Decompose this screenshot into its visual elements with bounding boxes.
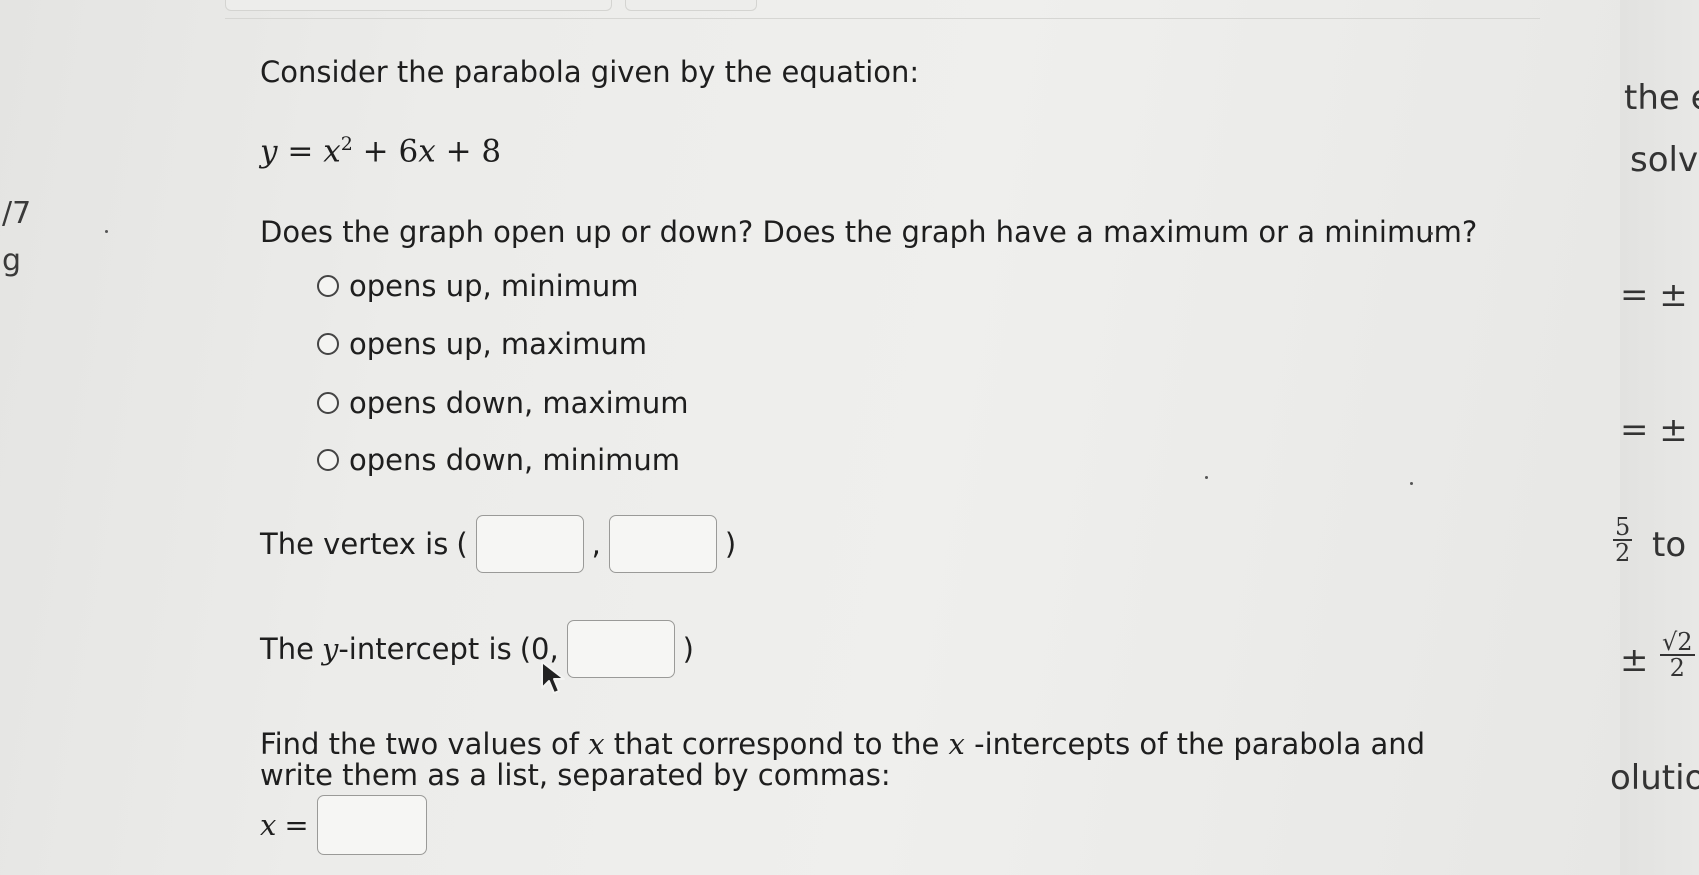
y-intercept-close-paren: ) bbox=[682, 632, 694, 666]
stray-mark bbox=[1205, 476, 1208, 479]
radio-button[interactable] bbox=[317, 333, 339, 355]
option-label: opens down, maximum bbox=[349, 386, 689, 420]
equation-y: y bbox=[260, 133, 278, 170]
top-tab-edge bbox=[225, 0, 612, 11]
x-variable: x bbox=[260, 808, 277, 842]
page-background: /7 g the e solv = ± = ± 52 to l ± √22 ol… bbox=[0, 0, 1699, 875]
equation: y = x2 + 6x + 8 bbox=[260, 133, 501, 169]
vertex-open-paren: ( bbox=[456, 527, 468, 561]
mouse-cursor-icon bbox=[541, 661, 565, 694]
equation-constant: + 8 bbox=[445, 133, 502, 170]
option-opens-up-minimum[interactable]: opens up, minimum bbox=[317, 269, 639, 303]
right-fragment-sqrt-fraction: √2 2 bbox=[1660, 630, 1695, 680]
x-intercepts-answer-row: x = bbox=[260, 795, 427, 855]
y-intercept-label: -intercept is bbox=[338, 632, 512, 666]
x-intercepts-instruction-line2: write them as a list, separated by comma… bbox=[260, 758, 891, 792]
right-fragment: = ± bbox=[1620, 410, 1688, 450]
x-variable: x bbox=[588, 727, 605, 761]
right-fragment: = ± bbox=[1620, 275, 1688, 315]
right-fragment: solv bbox=[1630, 140, 1699, 180]
question-prompt: Does the graph open up or down? Does the… bbox=[260, 215, 1478, 249]
vertex-label: The vertex is bbox=[260, 527, 449, 561]
right-fragment: to l bbox=[1652, 525, 1699, 565]
fraction-numerator: 5 bbox=[1613, 513, 1633, 541]
equation-x: x bbox=[323, 133, 341, 170]
equation-exponent: 2 bbox=[340, 133, 353, 155]
right-fragment: the e bbox=[1624, 78, 1699, 118]
option-label: opens up, minimum bbox=[349, 269, 639, 303]
stray-mark bbox=[105, 230, 108, 233]
option-label: opens up, maximum bbox=[349, 327, 648, 361]
y-intercept-label: The bbox=[260, 632, 314, 666]
option-label: opens down, minimum bbox=[349, 443, 681, 477]
x-intercepts-input[interactable] bbox=[316, 795, 427, 855]
top-divider bbox=[225, 18, 1540, 19]
top-tab-edge bbox=[625, 0, 757, 11]
x-variable: x bbox=[948, 727, 965, 761]
option-opens-up-maximum[interactable]: opens up, maximum bbox=[317, 327, 647, 361]
fraction-numerator: √2 bbox=[1660, 628, 1695, 656]
stray-mark bbox=[1410, 482, 1413, 485]
option-opens-down-maximum[interactable]: opens down, maximum bbox=[317, 386, 689, 420]
radio-button[interactable] bbox=[317, 449, 339, 471]
vertex-close-paren: ) bbox=[724, 527, 737, 561]
equals-sign: = bbox=[284, 808, 309, 842]
instruction-text: -intercepts of the parabola and bbox=[974, 727, 1426, 761]
y-intercept-input[interactable] bbox=[566, 620, 675, 678]
fraction-denominator: 2 bbox=[1669, 654, 1685, 682]
fraction-denominator: 2 bbox=[1615, 539, 1631, 567]
equation-x-linear: x bbox=[418, 133, 436, 170]
radio-button[interactable] bbox=[317, 275, 339, 297]
right-fragment: olutio bbox=[1610, 758, 1699, 798]
instruction-text: that correspond to the bbox=[613, 727, 940, 761]
stray-mark bbox=[1430, 232, 1433, 235]
y-intercept-row: The y -intercept is (0, ) bbox=[260, 620, 694, 678]
equation-linear-coef: + 6 bbox=[362, 133, 419, 170]
vertex-separator: , bbox=[591, 527, 601, 561]
right-fragment-fraction: 52 bbox=[1613, 513, 1633, 567]
vertex-row: The vertex is ( , ) bbox=[260, 515, 736, 573]
x-intercepts-instruction: Find the two values of x that correspond… bbox=[260, 727, 1425, 761]
radio-button[interactable] bbox=[317, 392, 339, 414]
option-opens-down-minimum[interactable]: opens down, minimum bbox=[317, 443, 680, 477]
left-fragment: g bbox=[2, 243, 22, 278]
instruction-text: Find the two values of bbox=[260, 727, 579, 761]
left-fragment: /7 bbox=[2, 196, 32, 231]
y-variable: y bbox=[321, 632, 339, 666]
equation-equals: = bbox=[287, 133, 314, 170]
vertex-x-input[interactable] bbox=[475, 515, 584, 573]
right-fragment: ± bbox=[1620, 640, 1649, 680]
intro-text: Consider the parabola given by the equat… bbox=[260, 55, 920, 89]
vertex-y-input[interactable] bbox=[608, 515, 717, 573]
